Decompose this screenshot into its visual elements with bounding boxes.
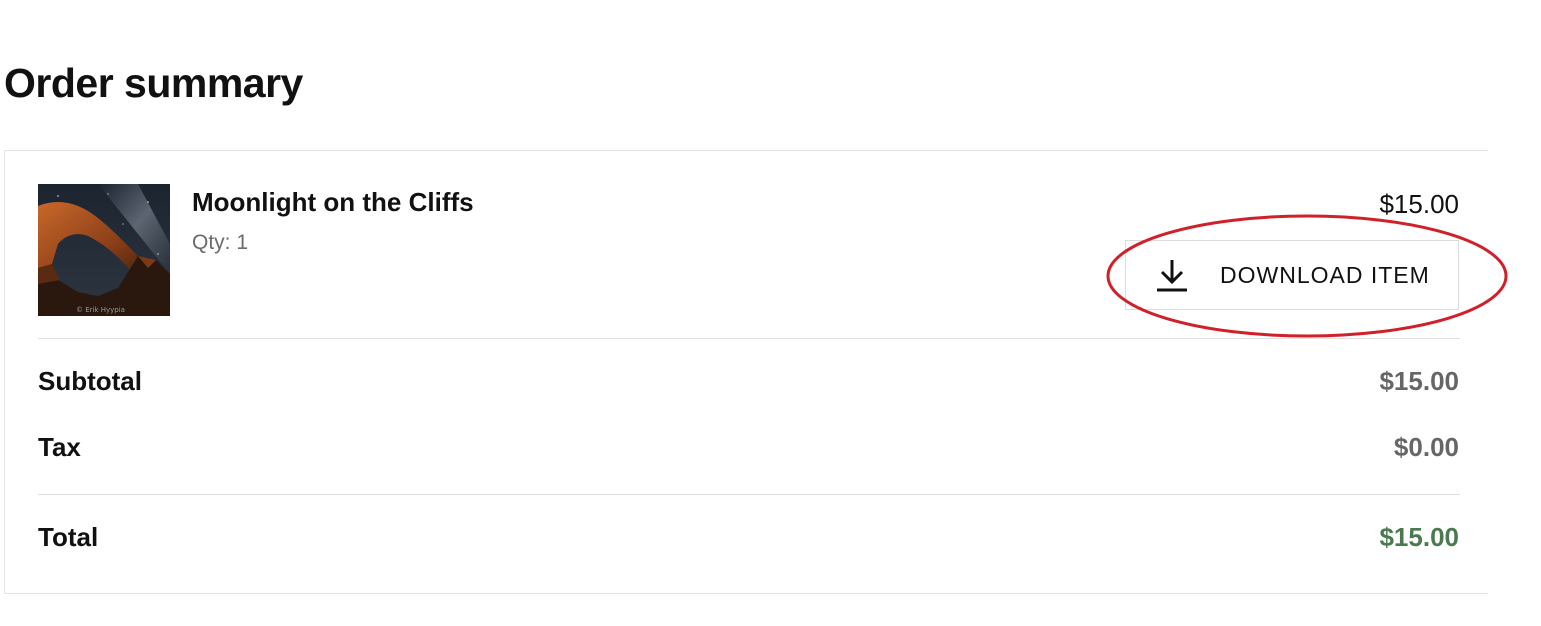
item-thumbnail[interactable]: © Erik Hyypia — [38, 184, 170, 316]
totals-divider — [38, 494, 1460, 495]
subtotal-value: $15.00 — [1379, 366, 1459, 396]
night-sky-arch-photo: © Erik Hyypia — [38, 184, 170, 316]
download-item-button[interactable]: DOWNLOAD ITEM — [1125, 240, 1459, 310]
subtotal-label: Subtotal — [38, 366, 142, 396]
item-divider — [38, 338, 1460, 339]
total-label: Total — [38, 522, 99, 552]
tax-value: $0.00 — [1393, 432, 1459, 462]
item-quantity: Qty: 1 — [192, 231, 249, 254]
item-price: $15.00 — [1379, 189, 1459, 219]
tax-label: Tax — [38, 432, 81, 462]
download-item-label: DOWNLOAD ITEM — [1220, 261, 1430, 288]
download-icon — [1154, 257, 1190, 293]
order-summary-card: © Erik Hyypia Moonlight on the Cliffs Qt… — [4, 150, 1488, 594]
photo-watermark: © Erik Hyypia — [76, 306, 125, 314]
page-title: Order summary — [4, 60, 303, 106]
item-name[interactable]: Moonlight on the Cliffs — [192, 187, 474, 218]
total-value: $15.00 — [1379, 522, 1459, 552]
